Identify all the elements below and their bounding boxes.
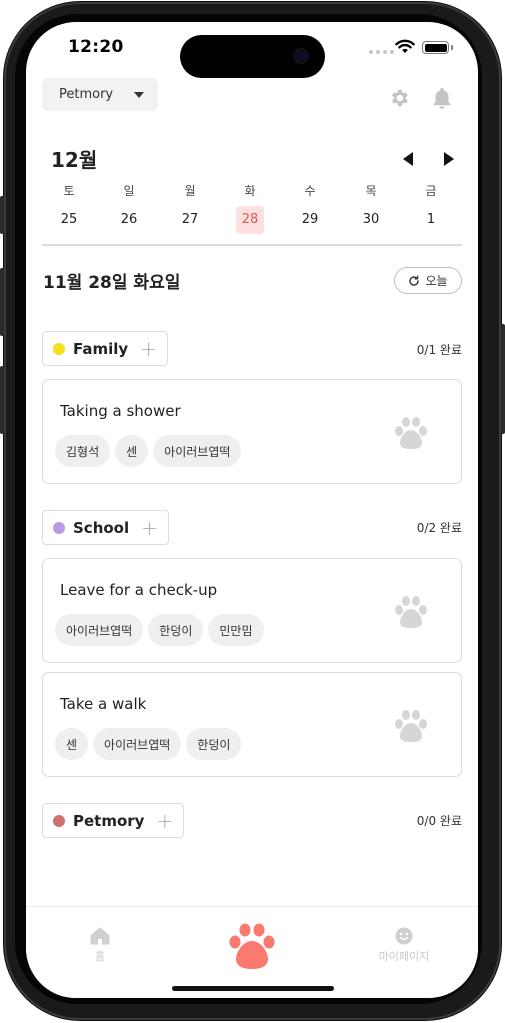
- group-chip-petmory[interactable]: Petmory +: [42, 803, 185, 838]
- group-chip-school[interactable]: School +: [42, 510, 169, 545]
- weekday-label: 화: [244, 184, 256, 198]
- home-indicator[interactable]: [172, 986, 334, 991]
- pet-tag: 아이러브엽떡: [93, 728, 182, 760]
- center-paw-button[interactable]: [227, 923, 277, 975]
- group-chip-family[interactable]: Family +: [42, 331, 168, 366]
- calendar-day-selected[interactable]: 화 28: [230, 182, 270, 234]
- task-title: Taking a shower: [60, 402, 181, 420]
- group-name: Petmory: [73, 811, 145, 830]
- add-task-plus-icon[interactable]: +: [156, 811, 173, 831]
- day-number: 28: [236, 206, 264, 234]
- task-tags: 아이러브엽떡 한덩이 민만밈: [55, 614, 264, 646]
- camera-icon: [295, 50, 307, 62]
- add-task-plus-icon[interactable]: +: [140, 339, 157, 359]
- pet-tag: 센: [115, 435, 149, 467]
- weekday-label: 토: [63, 184, 75, 198]
- dynamic-island: [180, 35, 325, 78]
- action-button: [0, 196, 4, 234]
- pet-tag: 한덩이: [148, 614, 204, 646]
- volume-down-button: [0, 366, 4, 434]
- gear-icon[interactable]: [388, 87, 410, 109]
- weekday-label: 수: [304, 184, 316, 198]
- calendar-day[interactable]: 목 30: [351, 182, 391, 234]
- calendar-day[interactable]: 일 26: [109, 182, 149, 234]
- home-icon: [90, 927, 110, 945]
- calendar-day[interactable]: 금 1: [411, 182, 451, 234]
- pet-selector-label: Petmory: [59, 87, 114, 102]
- selected-date-title: 11월 28일 화요일: [43, 273, 181, 293]
- power-button: [501, 324, 505, 434]
- paw-check-icon[interactable]: [393, 595, 429, 629]
- task-title: Leave for a check-up: [60, 581, 218, 599]
- day-number: 1: [426, 212, 436, 227]
- weekday-label: 목: [365, 184, 377, 198]
- group-progress: 0/0 완료: [416, 814, 462, 828]
- group-color-dot: [53, 521, 65, 534]
- today-button-label: 오늘: [425, 274, 448, 288]
- weekday-label: 일: [123, 184, 135, 198]
- group-color-dot: [53, 342, 65, 355]
- cellular-signal-icon: [369, 50, 394, 54]
- group-name: School: [73, 518, 130, 537]
- month-label: 12월: [51, 148, 98, 172]
- weekday-label: 금: [425, 184, 437, 198]
- paw-icon: [229, 923, 275, 969]
- battery-icon: [422, 41, 453, 54]
- previous-week-arrow-icon[interactable]: [403, 152, 413, 166]
- task-title: Take a walk: [60, 695, 147, 713]
- group-progress: 0/2 완료: [416, 521, 462, 535]
- wifi-icon: [395, 39, 415, 53]
- app-screen: 12:20 Petmory 12월 토 25 일 26 월 27 화 28 수 …: [26, 22, 478, 998]
- group-color-dot: [53, 814, 65, 827]
- today-button[interactable]: 오늘: [394, 267, 462, 294]
- task-card[interactable]: Take a walk 센 아이러브엽떡 한덩이: [42, 672, 462, 777]
- divider: [42, 244, 462, 246]
- calendar-day[interactable]: 월 27: [170, 182, 210, 234]
- calendar-day[interactable]: 수 29: [290, 182, 330, 234]
- smiley-icon: [395, 927, 413, 945]
- bottom-tab-bar: 홈 마이페이지: [26, 906, 478, 998]
- pet-tag: 아이러브엽떡: [153, 435, 242, 467]
- next-week-arrow-icon[interactable]: [444, 152, 454, 166]
- refresh-icon: [409, 275, 420, 286]
- pet-selector-dropdown[interactable]: Petmory: [42, 78, 158, 111]
- paw-check-icon[interactable]: [393, 416, 429, 450]
- pet-tag: 김형석: [55, 435, 111, 467]
- status-time: 12:20: [68, 37, 124, 57]
- add-task-plus-icon[interactable]: +: [141, 518, 158, 538]
- tab-mypage-label: 마이페이지: [378, 950, 430, 963]
- task-tags: 센 아이러브엽떡 한덩이: [55, 728, 242, 760]
- day-number: 26: [120, 212, 138, 227]
- task-card[interactable]: Taking a shower 김형석 센 아이러브엽떡: [42, 379, 462, 484]
- day-number: 29: [301, 212, 319, 227]
- day-number: 27: [181, 212, 199, 227]
- pet-tag: 아이러브엽떡: [55, 614, 144, 646]
- tab-home[interactable]: 홈: [82, 927, 118, 964]
- day-number: 30: [362, 212, 380, 227]
- tab-home-label: 홈: [94, 950, 106, 963]
- pet-tag: 센: [55, 728, 89, 760]
- paw-check-icon[interactable]: [393, 709, 429, 743]
- weekday-label: 월: [184, 184, 196, 198]
- bell-icon[interactable]: [431, 86, 453, 110]
- day-number: 25: [60, 212, 78, 227]
- task-card[interactable]: Leave for a check-up 아이러브엽떡 한덩이 민만밈: [42, 558, 462, 663]
- volume-up-button: [0, 268, 4, 336]
- pet-tag: 한덩이: [186, 728, 242, 760]
- tab-mypage[interactable]: 마이페이지: [364, 927, 444, 964]
- group-progress: 0/1 완료: [416, 343, 462, 357]
- calendar-day[interactable]: 토 25: [49, 182, 89, 234]
- group-name: Family: [73, 339, 129, 358]
- caret-down-icon: [134, 92, 144, 98]
- task-tags: 김형석 센 아이러브엽떡: [55, 435, 242, 467]
- pet-tag: 민만밈: [208, 614, 264, 646]
